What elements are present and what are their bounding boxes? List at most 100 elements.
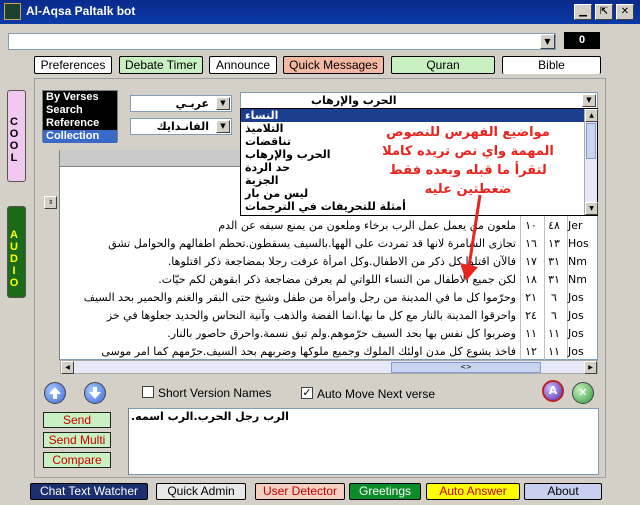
tab-quick-messages[interactable]: Quick Messages — [283, 56, 384, 74]
language-select[interactable]: عربـي ▼ — [130, 95, 232, 112]
chevron-down-icon[interactable]: ▼ — [216, 97, 230, 110]
verse-number: ١٨ — [525, 273, 537, 286]
tab-debate-timer[interactable]: Debate Timer — [119, 56, 203, 74]
chapter-number: ٦ — [551, 291, 557, 304]
verse-text: وضربوا كل نفس بها بحد السيف حرّموهم.ولم … — [167, 327, 516, 340]
horizontal-scrollbar[interactable]: ◀ <> ▶ — [60, 360, 598, 374]
book-name: Nm — [568, 255, 587, 268]
send-multi-button[interactable]: Send Multi — [43, 432, 111, 448]
annotation-text: مواضيع الفهرس للنصوص المهمة واي نص تريده… — [382, 125, 554, 197]
topic-value: الحرب والإرهاب — [311, 94, 397, 107]
auto-move-label: Auto Move Next verse — [317, 387, 436, 401]
mode-reference[interactable]: Reference — [43, 117, 117, 130]
table-row[interactable]: فالآن اقتلوا كل ذكر من الاطفال.وكل امرأة… — [60, 254, 598, 272]
greetings-button[interactable]: Greetings — [349, 483, 421, 500]
chat-text-watcher-button[interactable]: Chat Text Watcher — [30, 483, 148, 500]
chevron-down-icon[interactable]: ▼ — [216, 120, 230, 133]
book-name: Jos — [568, 309, 584, 322]
room-input[interactable] — [8, 33, 556, 50]
table-row[interactable]: تجازى السامرة لانها قد تمردت على الهها.ب… — [60, 236, 598, 254]
arrow-up-icon — [49, 387, 61, 399]
mode-by-verses[interactable]: By Verses — [43, 91, 117, 104]
table-row[interactable]: واحرقوا المدينة بالنار مع كل ما بها.انما… — [60, 308, 598, 326]
font-button[interactable]: A — [542, 380, 564, 402]
auto-answer-button[interactable]: Auto Answer — [426, 483, 520, 500]
verse-number: ١٦ — [525, 237, 537, 250]
scroll-left-icon[interactable]: ◀ — [61, 361, 74, 374]
scroll-up-icon[interactable]: ▲ — [585, 109, 598, 122]
chapter-number: ٣١ — [548, 273, 560, 286]
chapter-number: ٦ — [551, 309, 557, 322]
row-scroll-icon[interactable]: ⇕ — [44, 196, 57, 209]
verse-number: ١١ — [525, 327, 537, 340]
chapter-number: ٣١ — [548, 255, 560, 268]
table-row[interactable]: فاخذ يشوع كل مدن اولئك الملوك وجميع ملوك… — [60, 344, 598, 358]
version-value: الفانـدايك — [156, 120, 209, 133]
mode-list[interactable]: By Verses Search Reference Collection — [42, 90, 118, 143]
topic-option[interactable]: النساء — [241, 109, 597, 122]
message-text: الرب رجل الحرب.الرب اسمه. — [131, 410, 289, 423]
chapter-number: ١١ — [548, 345, 560, 358]
table-row[interactable]: ملعون من يعمل عمل الرب برخاء وملعون من ي… — [60, 218, 598, 236]
room-dropdown-arrow-icon[interactable]: ▼ — [540, 34, 555, 49]
scroll-down-icon[interactable]: ▼ — [585, 202, 598, 215]
verse-number: ٢١ — [525, 291, 537, 304]
title-bar: Al-Aqsa Paltalk bot ▁ ⇱ ✕ — [0, 0, 640, 24]
tab-quran[interactable]: Quran — [391, 56, 495, 74]
verse-text: فالآن اقتلوا كل ذكر من الاطفال.وكل امرأة… — [167, 255, 516, 268]
tab-announce[interactable]: Announce — [209, 56, 277, 74]
auto-move-checkbox[interactable]: ✓ — [301, 387, 313, 399]
chapter-number: ١١ — [548, 327, 560, 340]
next-verse-button[interactable] — [84, 382, 106, 404]
scroll-thumb[interactable] — [586, 123, 596, 159]
counter-display: 0 — [564, 32, 600, 49]
clear-button[interactable]: ✕ — [572, 382, 594, 404]
close-button[interactable]: ✕ — [616, 4, 634, 20]
short-version-checkbox[interactable] — [142, 386, 154, 398]
book-name: Jos — [568, 291, 584, 304]
audio-button[interactable]: AUDIO — [7, 206, 26, 298]
window-title: Al-Aqsa Paltalk bot — [26, 4, 136, 18]
topic-option[interactable]: أمثلة للتحريفات في الترجمات — [241, 200, 597, 213]
verse-text: ملعون من يعمل عمل الرب برخاء وملعون من ي… — [218, 219, 516, 232]
quick-admin-button[interactable]: Quick Admin — [156, 483, 246, 500]
scroll-thumb[interactable]: <> — [391, 362, 541, 373]
send-button[interactable]: Send — [43, 412, 111, 428]
user-detector-button[interactable]: User Detector — [255, 483, 345, 500]
cool-button[interactable]: COOL — [7, 90, 26, 182]
table-row[interactable]: وضربوا كل نفس بها بحد السيف حرّموهم.ولم … — [60, 326, 598, 344]
restore-button[interactable]: ⇱ — [595, 4, 613, 20]
verse-text: وحرّموا كل ما في المدينة من رجل وامرأة م… — [83, 291, 516, 304]
verse-number: ١٠ — [525, 219, 537, 232]
mode-search[interactable]: Search — [43, 104, 117, 117]
table-row[interactable]: وحرّموا كل ما في المدينة من رجل وامرأة م… — [60, 290, 598, 308]
topic-select[interactable]: الحرب والإرهاب ▼ — [240, 92, 598, 109]
chapter-number: ١٣ — [548, 237, 560, 250]
verse-text: واحرقوا المدينة بالنار مع كل ما بها.انما… — [106, 309, 516, 322]
book-name: Jos — [568, 327, 584, 340]
table-row[interactable]: لكن جميع الاطفال من النساء اللواتي لم يع… — [60, 272, 598, 290]
short-version-label: Short Version Names — [158, 386, 272, 400]
previous-verse-button[interactable] — [44, 382, 66, 404]
verse-text: تجازى السامرة لانها قد تمردت على الهها.ب… — [108, 237, 516, 250]
chevron-down-icon[interactable]: ▼ — [582, 94, 596, 107]
book-name: Jos — [568, 345, 584, 358]
compare-button[interactable]: Compare — [43, 452, 111, 468]
minimize-button[interactable]: ▁ — [574, 4, 592, 20]
chapter-number: ٤٨ — [548, 219, 560, 232]
version-select[interactable]: الفانـدايك ▼ — [130, 118, 232, 135]
tab-bible[interactable]: Bible — [502, 56, 601, 74]
tab-preferences[interactable]: Preferences — [34, 56, 112, 74]
annotation-arrow-icon — [460, 194, 482, 281]
app-logo-icon — [4, 3, 21, 20]
scroll-right-icon[interactable]: ▶ — [584, 361, 597, 374]
book-name: Hos — [568, 237, 589, 250]
book-name: Nm — [568, 273, 587, 286]
mode-collection[interactable]: Collection — [43, 130, 117, 143]
book-name: Jer — [568, 219, 583, 232]
about-button[interactable]: About — [524, 483, 602, 500]
verse-number: ١٧ — [525, 255, 537, 268]
dropdown-scrollbar[interactable]: ▲ ▼ — [584, 109, 598, 215]
verse-text: فاخذ يشوع كل مدن اولئك الملوك وجميع ملوك… — [101, 345, 516, 358]
arrow-down-icon — [89, 387, 101, 399]
